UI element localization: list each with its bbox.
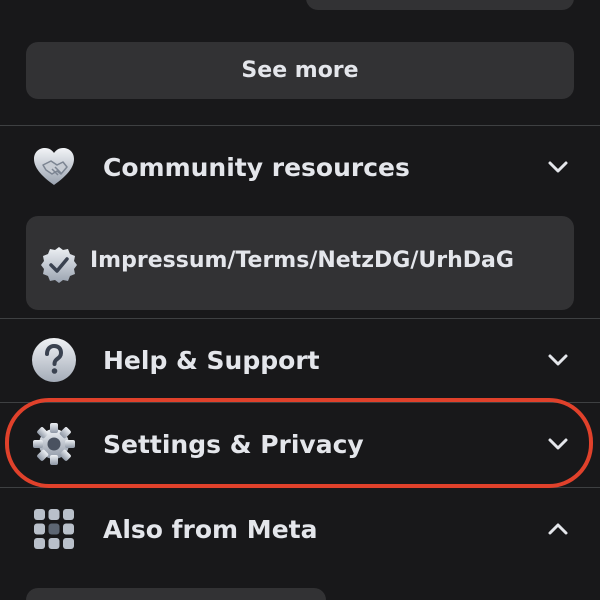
- apps-grid-icon: [30, 505, 78, 553]
- chevron-down-icon: [546, 348, 570, 372]
- meta-app-card[interactable]: [26, 588, 326, 600]
- verified-badge-icon: [40, 245, 78, 283]
- chevron-up-icon: [546, 517, 570, 541]
- settings-privacy-label: Settings & Privacy: [103, 429, 364, 459]
- menu-item-settings-privacy[interactable]: Settings & Privacy: [0, 407, 600, 481]
- see-more-button[interactable]: See more: [26, 42, 574, 99]
- community-resources-label: Community resources: [103, 152, 410, 182]
- terms-label: Impressum/Terms/NetzDG/UrhDaG: [90, 248, 514, 273]
- divider: [0, 402, 600, 403]
- handshake-heart-icon: [30, 143, 78, 191]
- menu-screen: See more Community resources Impressum/T…: [0, 0, 600, 600]
- see-more-label: See more: [241, 58, 359, 83]
- menu-item-community-resources[interactable]: Community resources: [0, 130, 600, 204]
- menu-item-help-support[interactable]: Help & Support: [0, 323, 600, 397]
- chevron-down-icon: [546, 432, 570, 456]
- divider: [0, 318, 600, 319]
- chevron-down-icon: [546, 155, 570, 179]
- menu-item-also-from-meta[interactable]: Also from Meta: [0, 492, 600, 566]
- previous-shortcut-card[interactable]: [306, 0, 574, 10]
- gear-icon: [30, 420, 78, 468]
- also-from-meta-label: Also from Meta: [103, 514, 318, 544]
- question-icon: [30, 336, 78, 384]
- terms-policies-item[interactable]: Impressum/Terms/NetzDG/UrhDaG: [26, 216, 574, 310]
- help-support-label: Help & Support: [103, 345, 320, 375]
- divider: [0, 125, 600, 126]
- divider: [0, 487, 600, 488]
